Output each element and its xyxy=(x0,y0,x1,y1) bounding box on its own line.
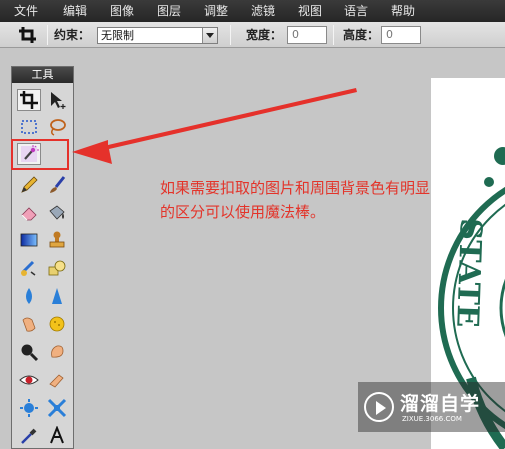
play-logo-icon xyxy=(364,392,394,422)
watermark-brand: 溜溜自学 xyxy=(400,393,481,415)
annotation-line-1: 如果需要扣取的图片和周围背景色有明显 xyxy=(160,179,431,197)
watermark-url: ZIXUE.3066.COM xyxy=(402,415,462,423)
annotation-note: 如果需要扣取的图片和周围背景色有明显 的区分可以使用魔法棒。 xyxy=(160,176,505,224)
watermark: 溜溜自学 ZIXUE.3066.COM xyxy=(358,382,505,432)
annotation-line-2: 的区分可以使用魔法棒。 xyxy=(160,203,326,221)
